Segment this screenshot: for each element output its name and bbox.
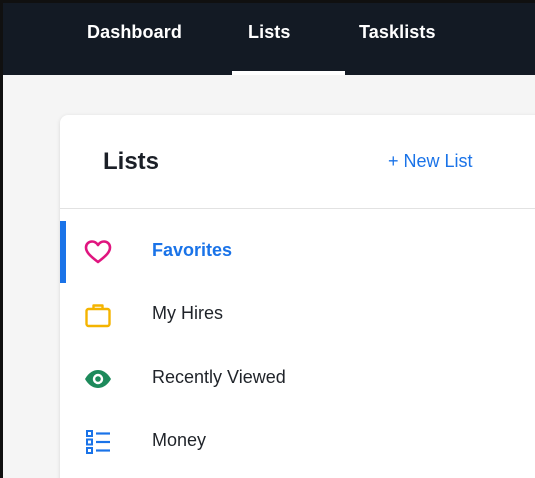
briefcase-icon: [85, 304, 111, 328]
list-item-money[interactable]: Money: [60, 411, 535, 467]
list-item-label: Recently Viewed: [152, 367, 286, 387]
lists-panel-header: Lists + New List: [60, 115, 535, 209]
heart-icon: [84, 240, 112, 264]
top-navigation-bar: Dashboard Lists Tasklists: [3, 3, 535, 75]
lists-panel: Lists + New List Favorites My Hires Rece…: [60, 115, 535, 478]
list-item-favorites[interactable]: Favorites: [60, 221, 535, 283]
tab-lists[interactable]: Lists: [248, 22, 291, 43]
tab-tasklists[interactable]: Tasklists: [359, 22, 436, 43]
tab-dashboard[interactable]: Dashboard: [87, 22, 182, 43]
eye-icon: [85, 370, 111, 388]
new-list-button[interactable]: + New List: [388, 151, 473, 172]
list-item-label: Favorites: [152, 240, 233, 260]
app-frame: Dashboard Lists Tasklists Lists + New Li…: [0, 0, 535, 478]
list-item-my-hires[interactable]: My Hires: [60, 284, 535, 340]
list-icon: [86, 430, 110, 454]
panel-title: Lists: [103, 148, 160, 175]
active-tab-indicator: [232, 71, 345, 75]
list-item-label: My Hires: [152, 303, 223, 323]
list-item-label: Money: [152, 430, 207, 450]
list-item-recently-viewed[interactable]: Recently Viewed: [60, 348, 535, 404]
